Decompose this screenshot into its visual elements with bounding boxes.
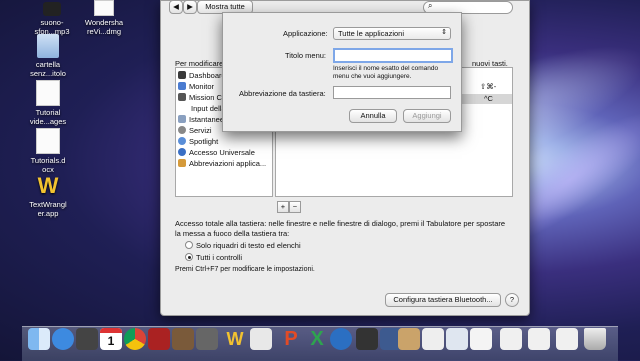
window-thumb-icon[interactable] (528, 328, 550, 350)
application-label: Applicazione: (283, 29, 328, 38)
archive-icon[interactable] (398, 328, 420, 350)
finder-icon[interactable] (28, 328, 50, 350)
audio-file-icon (43, 2, 61, 16)
trash-icon[interactable] (584, 328, 606, 350)
bluetooth-keyboard-button[interactable]: Configura tastiera Bluetooth... (385, 293, 501, 307)
photobooth-icon[interactable] (148, 328, 170, 350)
category-item[interactable]: Monitor (178, 81, 214, 92)
word-document-icon (36, 128, 60, 154)
quicktime-icon[interactable] (330, 328, 352, 350)
window-thumb-icon[interactable] (500, 328, 522, 350)
window-thumb-icon[interactable] (470, 328, 492, 350)
calendar-icon[interactable]: 1 (100, 328, 122, 350)
excel-icon[interactable]: X (306, 328, 328, 350)
category-item[interactable]: Mission C... (178, 92, 228, 103)
category-item[interactable]: Servizi (178, 125, 212, 136)
monitor-icon (178, 82, 186, 90)
facetime-icon[interactable] (76, 328, 98, 350)
chrome-icon[interactable] (124, 328, 146, 350)
mission-control-icon (178, 93, 186, 101)
shortcut-label: Abbreviazione da tastiera: (239, 89, 326, 98)
menu-title-hint: Inserisci il nome esatto del comando men… (333, 65, 439, 80)
document-icon[interactable] (422, 328, 444, 350)
preview-icon[interactable] (196, 328, 218, 350)
radio-button-selected[interactable] (185, 253, 193, 261)
pages-document-icon (36, 80, 60, 106)
category-item[interactable]: Abbreviazioni applica... (178, 158, 266, 169)
screenflow-icon[interactable] (356, 328, 378, 350)
cancel-button[interactable]: Annulla (349, 109, 397, 123)
photo-icon[interactable] (172, 328, 194, 350)
desktop-icon-docx[interactable]: Tutorials.d ocx (20, 128, 76, 174)
search-icon: ⌕ (428, 1, 433, 10)
category-item[interactable]: Spotlight (178, 136, 218, 147)
disk-image-icon (94, 0, 114, 16)
hint-text: Premi Ctrl+F7 per modificare le impostaz… (175, 266, 315, 273)
appstore-icon[interactable] (52, 328, 74, 350)
libreoffice-icon[interactable] (250, 328, 272, 350)
help-button[interactable]: ? (505, 293, 519, 307)
remove-shortcut-button[interactable]: − (289, 201, 301, 213)
desktop-icon-pages[interactable]: Tutorial vide...ages (20, 80, 76, 126)
shortcut-input[interactable] (333, 86, 451, 99)
finder-window-icon[interactable] (446, 328, 468, 350)
desktop-icon-folder[interactable]: cartella senz...itolo (20, 34, 76, 78)
radio-all-controls[interactable]: Tutti i controlli (185, 253, 242, 262)
screenshot-icon (178, 115, 186, 123)
desktop-icon-label: TextWrangl er.app (29, 200, 67, 218)
menu-title-input[interactable] (333, 48, 453, 63)
desktop-icon-label: Wondersha reVi...dmg (84, 18, 124, 36)
keyboard-access-text: Accesso totale alla tastiera: nelle fine… (175, 219, 506, 238)
application-select[interactable]: Tutte le applicazioni ⇕ (333, 27, 451, 40)
back-button[interactable]: ◀ (169, 0, 183, 14)
add-button[interactable]: Aggiungi (403, 109, 451, 123)
desktop-icon-label: Tutorials.d ocx (30, 156, 66, 174)
desktop-icon-audio-file[interactable]: suono- sfon...mp3 (24, 2, 80, 36)
folder-icon (37, 34, 59, 58)
add-shortcut-sheet: Applicazione: Tutte le applicazioni ⇕ Ti… (222, 12, 462, 132)
desktop-icon-textwrangler[interactable]: W TextWrangl er.app (20, 173, 76, 219)
desktop-icon-label: cartella senz...itolo (30, 60, 66, 78)
textwrangler-icon[interactable]: W (224, 328, 246, 350)
desktop-icon-label: Tutorial vide...ages (29, 108, 67, 126)
category-item[interactable]: Accesso Universale (178, 147, 255, 158)
forward-button[interactable]: ▶ (183, 0, 197, 14)
gear-icon (178, 126, 186, 134)
menu-title-label: Titolo menu: (285, 51, 326, 60)
chevron-updown-icon: ⇕ (441, 29, 447, 36)
radio-button[interactable] (185, 241, 193, 249)
desktop-icon-dmg[interactable]: Wondersha reVi...dmg (76, 0, 132, 36)
radio-text-lists[interactable]: Solo riquadri di testo ed elenchi (185, 241, 301, 250)
accessibility-icon (178, 148, 186, 156)
powerpoint-icon[interactable]: P (280, 328, 302, 350)
shortcut-key: ^C (484, 94, 493, 103)
add-shortcut-button[interactable]: + (277, 201, 289, 213)
window-thumb-icon[interactable] (556, 328, 578, 350)
shortcut-key: ⇧⌘- (480, 82, 497, 91)
spotlight-icon (178, 137, 186, 145)
dashboard-icon (178, 71, 186, 79)
app-shortcut-icon (178, 159, 186, 167)
textwrangler-icon: W (37, 173, 59, 198)
